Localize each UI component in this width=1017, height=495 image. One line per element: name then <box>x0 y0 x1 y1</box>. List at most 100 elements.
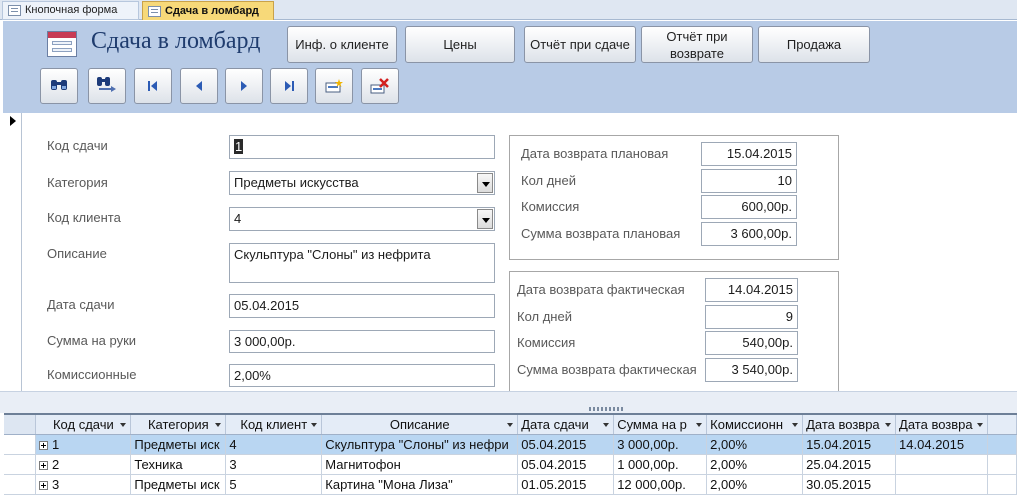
category-combobox[interactable]: Предметы искусства <box>229 171 495 195</box>
description-field[interactable]: Скульптура "Слоны" из нефрита <box>229 243 495 283</box>
actual-date-field[interactable]: 14.04.2015 <box>705 278 798 302</box>
cell-client[interactable]: 5 <box>225 474 323 495</box>
chevron-down-icon[interactable] <box>477 209 493 229</box>
delete-record-button[interactable] <box>361 68 399 104</box>
last-record-icon <box>285 81 294 91</box>
commission-field[interactable]: 2,00% <box>229 364 495 387</box>
cell-commission[interactable]: 2,00% <box>706 434 804 455</box>
actual-days-field[interactable]: 9 <box>705 305 798 329</box>
select-all-cell[interactable] <box>4 415 37 435</box>
column-header-description[interactable]: Описание <box>321 415 519 435</box>
find-next-button[interactable] <box>88 68 126 104</box>
cell-code[interactable]: 2 <box>35 454 132 475</box>
column-header-planned-return[interactable]: Дата возвра <box>802 415 897 435</box>
cell-amount[interactable]: 12 000,00р. <box>613 474 708 495</box>
form-icon <box>148 5 161 17</box>
cell-date[interactable]: 01.05.2015 <box>517 474 615 495</box>
sale-button[interactable]: Продажа <box>758 26 870 63</box>
cell-actual-return[interactable] <box>895 454 989 475</box>
chevron-down-icon[interactable] <box>477 173 493 193</box>
new-record-button[interactable] <box>315 68 353 104</box>
chevron-down-icon <box>120 423 127 427</box>
row-selector[interactable] <box>4 434 37 455</box>
delete-record-icon <box>370 78 389 94</box>
column-header-code[interactable]: Код сдачи <box>35 415 132 435</box>
cell-code[interactable]: 1 <box>35 434 132 455</box>
table-row[interactable]: 3 Предметы иск 5 Картина "Мона Лиза" 01.… <box>4 474 1017 495</box>
date-field[interactable]: 05.04.2015 <box>229 294 495 318</box>
table-row[interactable]: 2 Техника 3 Магнитофон 05.04.2015 1 000,… <box>4 454 1017 475</box>
cell-actual-return[interactable] <box>895 474 989 495</box>
actual-days-label: Кол дней <box>517 309 572 324</box>
code-field[interactable]: 1 <box>229 135 495 159</box>
form-left-edge <box>0 21 3 392</box>
cell-code[interactable]: 3 <box>35 474 132 495</box>
previous-record-button[interactable] <box>180 68 218 104</box>
expand-icon[interactable] <box>39 480 49 490</box>
column-header-amount[interactable]: Сумма на р <box>613 415 708 435</box>
splitter-grip-icon[interactable] <box>589 407 623 411</box>
category-label: Категория <box>47 175 108 190</box>
cell-planned-return[interactable]: 15.04.2015 <box>802 434 897 455</box>
cell-category[interactable]: Предметы иск <box>130 434 227 455</box>
actual-sum-field[interactable]: 3 540,00р. <box>705 358 798 382</box>
row-selector[interactable] <box>4 474 37 495</box>
cell-description[interactable]: Скульптура "Слоны" из нефри <box>321 434 519 455</box>
tab-switchboard[interactable]: Кнопочная форма <box>2 1 139 20</box>
description-label: Описание <box>47 246 107 261</box>
table-row[interactable]: 1 Предметы иск 4 Скульптура "Слоны" из н… <box>4 434 1017 455</box>
planned-commission-field[interactable]: 600,00р. <box>701 195 797 219</box>
expand-icon[interactable] <box>39 460 49 470</box>
expand-icon[interactable] <box>39 440 49 450</box>
actual-commission-field[interactable]: 540,00р. <box>705 331 798 355</box>
cell-amount[interactable]: 1 000,00р. <box>613 454 708 475</box>
cell-client[interactable]: 4 <box>225 434 323 455</box>
amount-field[interactable]: 3 000,00р. <box>229 330 495 353</box>
tab-label: Кнопочная форма <box>25 4 118 16</box>
last-record-button[interactable] <box>270 68 308 104</box>
cell-commission[interactable]: 2,00% <box>706 474 804 495</box>
split-form-divider[interactable] <box>0 391 1017 413</box>
cell-amount[interactable]: 3 000,00р. <box>613 434 708 455</box>
client-info-button[interactable]: Инф. о клиенте <box>287 26 397 63</box>
planned-sum-field[interactable]: 3 600,00р. <box>701 222 797 246</box>
column-header-actual-return[interactable]: Дата возвра <box>895 415 989 435</box>
row-selector[interactable] <box>4 454 37 475</box>
form-title: Сдача в ломбард <box>91 28 261 54</box>
client-combobox[interactable]: 4 <box>229 207 495 231</box>
prices-button[interactable]: Цены <box>405 26 515 63</box>
cell-actual-return[interactable]: 14.04.2015 <box>895 434 989 455</box>
cell-empty <box>987 454 1017 475</box>
column-header-date[interactable]: Дата сдачи <box>517 415 615 435</box>
cell-description[interactable]: Магнитофон <box>321 454 519 475</box>
form-logo-icon <box>47 31 77 57</box>
cell-planned-return[interactable]: 25.04.2015 <box>802 454 897 475</box>
cell-date[interactable]: 05.04.2015 <box>517 434 615 455</box>
cell-planned-return[interactable]: 30.05.2015 <box>802 474 897 495</box>
column-header-client[interactable]: Код клиент <box>225 415 323 435</box>
return-report-button[interactable]: Отчёт при возврате <box>641 26 753 63</box>
column-header-commission[interactable]: Комиссионн <box>706 415 804 435</box>
next-record-button[interactable] <box>225 68 263 104</box>
form-icon <box>8 5 21 16</box>
cell-category[interactable]: Техника <box>130 454 227 475</box>
planned-date-field[interactable]: 15.04.2015 <box>701 142 797 166</box>
first-record-button[interactable] <box>134 68 172 104</box>
deposit-report-button[interactable]: Отчёт при сдаче <box>524 26 636 63</box>
cell-commission[interactable]: 2,00% <box>706 454 804 475</box>
code-label: Код сдачи <box>47 138 108 153</box>
previous-record-icon <box>196 81 202 91</box>
column-header-empty <box>987 415 1017 435</box>
tab-pawn-deposit[interactable]: Сдача в ломбард <box>142 1 274 20</box>
planned-days-field[interactable]: 10 <box>701 169 797 193</box>
cell-client[interactable]: 3 <box>225 454 323 475</box>
cell-date[interactable]: 05.04.2015 <box>517 454 615 475</box>
cell-description[interactable]: Картина "Мона Лиза" <box>321 474 519 495</box>
commission-value: 2,00% <box>234 368 271 383</box>
find-button[interactable] <box>40 68 78 104</box>
column-header-category[interactable]: Категория <box>130 415 227 435</box>
record-selector[interactable] <box>4 113 22 391</box>
cell-category[interactable]: Предметы иск <box>130 474 227 495</box>
first-record-icon <box>148 81 157 91</box>
chevron-down-icon <box>311 423 318 427</box>
